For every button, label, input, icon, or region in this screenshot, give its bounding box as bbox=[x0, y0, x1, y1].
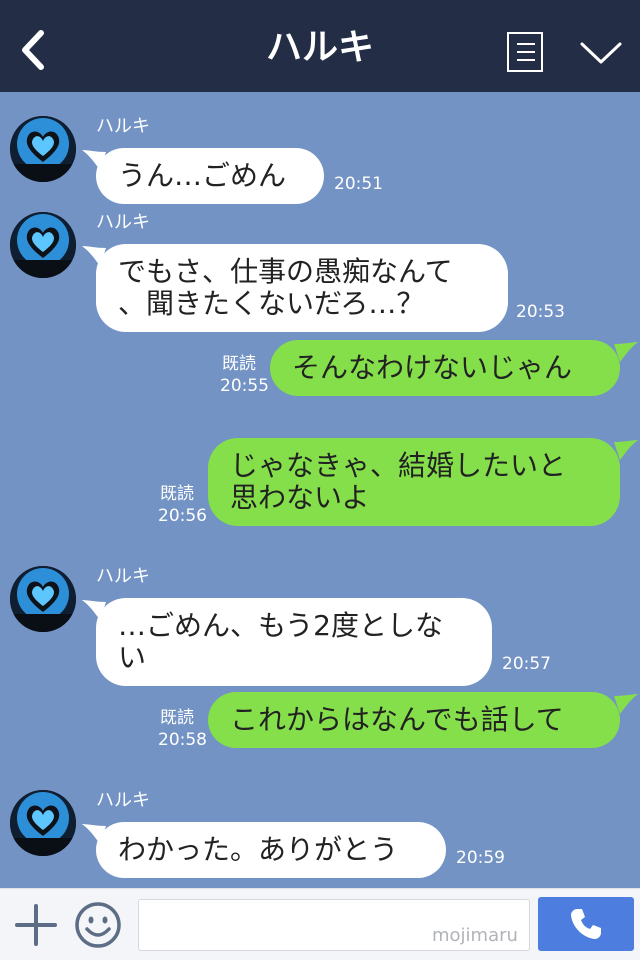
avatar[interactable] bbox=[10, 790, 76, 856]
read-receipt: 既読 bbox=[222, 354, 256, 374]
bubble-tail bbox=[614, 440, 638, 460]
chevron-left-icon bbox=[22, 30, 44, 70]
incoming-bubble[interactable]: わかった。ありがとう bbox=[96, 822, 446, 878]
bubble-tail bbox=[82, 150, 106, 170]
sender-name: ハルキ bbox=[96, 790, 150, 811]
menu-button[interactable] bbox=[507, 32, 543, 72]
collapse-button[interactable] bbox=[576, 36, 626, 72]
plus-icon bbox=[15, 904, 57, 946]
emoji-button[interactable] bbox=[74, 901, 122, 949]
outgoing-bubble[interactable]: これからはなんでも話して bbox=[208, 692, 620, 748]
message-time: 20:58 bbox=[158, 730, 207, 750]
bubble-tail bbox=[82, 600, 106, 620]
back-button[interactable] bbox=[10, 24, 54, 76]
read-receipt: 既読 bbox=[160, 484, 194, 504]
avatar[interactable] bbox=[10, 566, 76, 632]
phone-icon bbox=[571, 909, 601, 939]
incoming-bubble[interactable]: うん…ごめん bbox=[96, 148, 324, 204]
sender-name: ハルキ bbox=[96, 116, 150, 137]
avatar[interactable] bbox=[10, 212, 76, 278]
bubble-tail bbox=[82, 824, 106, 844]
avatar-heart-hands-icon bbox=[10, 566, 76, 632]
read-receipt: 既読 bbox=[160, 708, 194, 728]
message-time: 20:53 bbox=[516, 302, 565, 322]
incoming-bubble[interactable]: …ごめん、もう2度としな い bbox=[96, 598, 492, 686]
watermark: mojimaru bbox=[432, 925, 518, 946]
avatar[interactable] bbox=[10, 116, 76, 182]
call-button[interactable] bbox=[538, 897, 634, 951]
message-time: 20:51 bbox=[334, 174, 383, 194]
chevron-down-icon bbox=[580, 42, 622, 64]
input-bar: mojimaru bbox=[0, 888, 640, 960]
incoming-bubble[interactable]: でもさ、仕事の愚痴なんて 、聞きたくないだろ…？ bbox=[96, 244, 508, 332]
outgoing-bubble[interactable]: そんなわけないじゃん bbox=[270, 340, 620, 396]
avatar-heart-hands-icon bbox=[10, 212, 76, 278]
sender-name: ハルキ bbox=[96, 212, 150, 233]
chat-header: ハルキ bbox=[0, 0, 640, 92]
bubble-tail bbox=[82, 246, 106, 266]
smile-icon bbox=[75, 902, 121, 948]
bubble-tail bbox=[614, 694, 638, 714]
list-icon-line bbox=[517, 59, 535, 61]
message-list[interactable]: ハルキ うん…ごめん 20:51 ハルキ でもさ、仕事の愚痴なんて 、聞きたくな… bbox=[0, 92, 640, 888]
list-icon bbox=[517, 43, 535, 45]
avatar-heart-hands-icon bbox=[10, 116, 76, 182]
message-time: 20:55 bbox=[220, 376, 269, 396]
bubble-tail bbox=[614, 342, 638, 362]
outgoing-bubble[interactable]: じゃなきゃ、結婚したいと 思わないよ bbox=[208, 438, 620, 526]
message-time: 20:56 bbox=[158, 506, 207, 526]
sender-name: ハルキ bbox=[96, 566, 150, 587]
avatar-heart-hands-icon bbox=[10, 790, 76, 856]
chat-title: ハルキ bbox=[265, 27, 374, 68]
message-time: 20:57 bbox=[502, 654, 551, 674]
message-time: 20:59 bbox=[456, 848, 505, 868]
plus-button[interactable] bbox=[14, 903, 58, 947]
list-icon-line bbox=[517, 51, 535, 53]
